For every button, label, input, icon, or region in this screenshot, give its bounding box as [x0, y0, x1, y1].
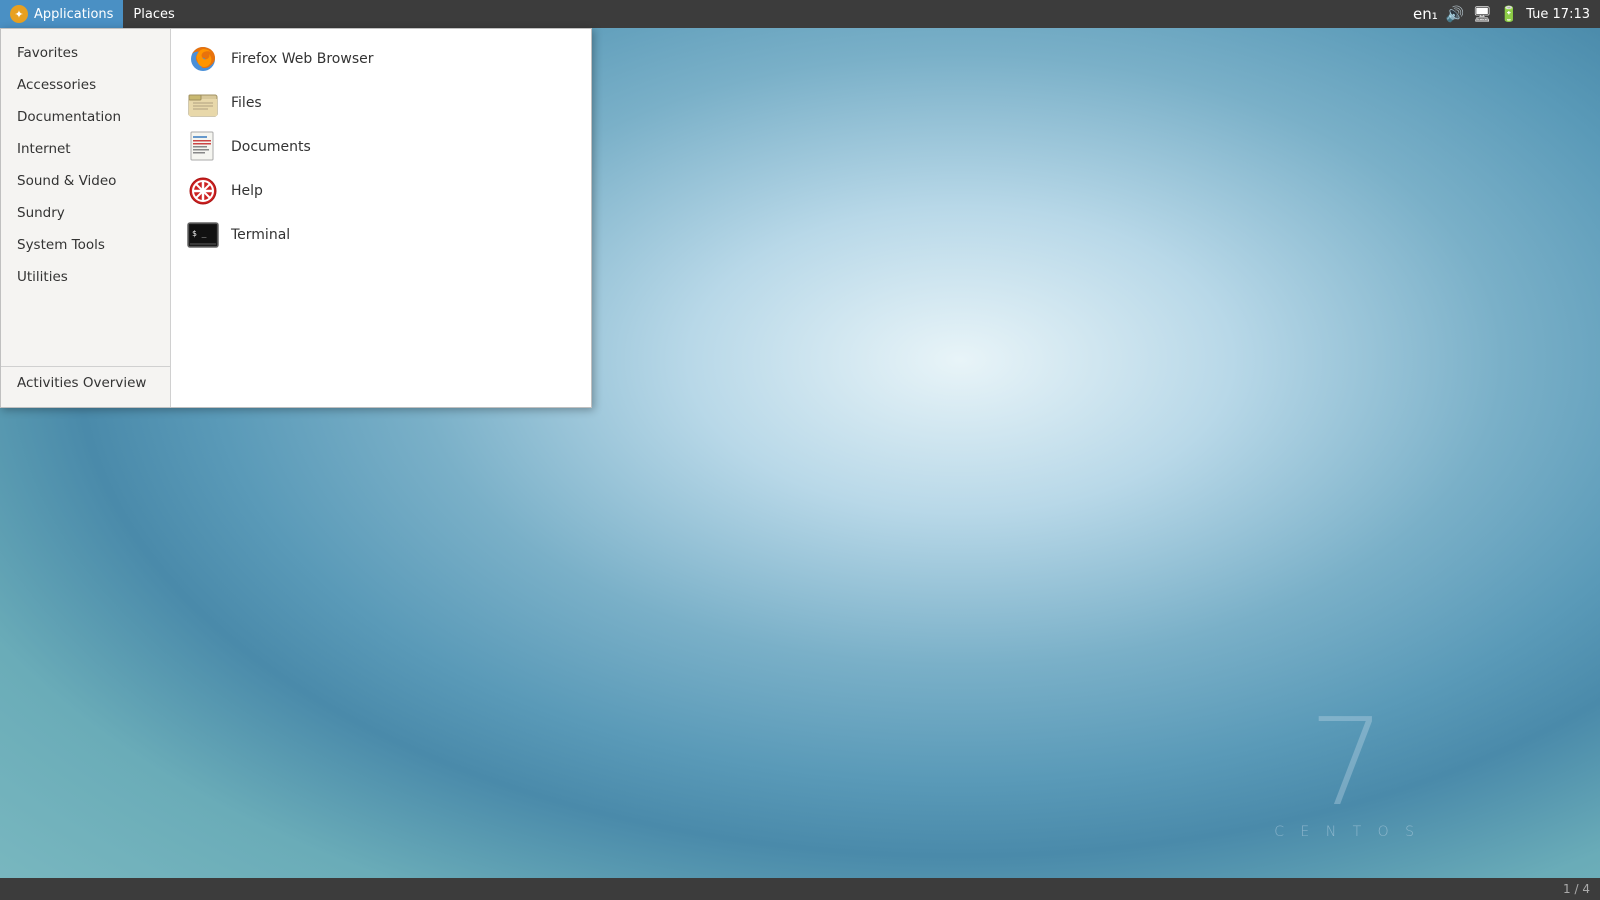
help-icon-container: [187, 175, 219, 207]
documents-icon: [189, 131, 217, 163]
app-item-help[interactable]: Help: [171, 169, 591, 213]
category-documentation[interactable]: Documentation: [1, 101, 170, 133]
applications-menu-button[interactable]: ✦ Applications: [0, 0, 123, 28]
terminal-label: Terminal: [231, 227, 290, 243]
terminal-icon-container: $ _: [187, 219, 219, 251]
category-system-tools[interactable]: System Tools: [1, 229, 170, 261]
applications-menu: Favorites Accessories Documentation Inte…: [0, 28, 592, 408]
svg-text:$ _: $ _: [192, 229, 207, 238]
documents-icon-container: [187, 131, 219, 163]
firefox-label: Firefox Web Browser: [231, 51, 374, 67]
category-favorites[interactable]: Favorites: [1, 37, 170, 69]
network-icon[interactable]: 🖥: [1472, 5, 1491, 23]
app-item-firefox[interactable]: Firefox Web Browser: [171, 37, 591, 81]
menu-categories: Favorites Accessories Documentation Inte…: [1, 29, 171, 407]
places-label: Places: [133, 7, 174, 22]
centos-name: C E N T O S: [1274, 824, 1420, 840]
app-item-terminal[interactable]: $ _ Terminal: [171, 213, 591, 257]
documents-label: Documents: [231, 139, 311, 155]
desktop: ✦ Applications Places en₁ 🔊 🖥 🔋 Tue 17:1…: [0, 0, 1600, 900]
centos-seven: 7: [1274, 704, 1420, 824]
category-utilities[interactable]: Utilities: [1, 261, 170, 293]
files-icon-container: [187, 87, 219, 119]
category-internet[interactable]: Internet: [1, 133, 170, 165]
centos-watermark: 7 C E N T O S: [1274, 704, 1420, 840]
keyboard-icon[interactable]: en₁: [1413, 5, 1438, 23]
bottom-bar: 1 / 4: [0, 878, 1600, 900]
applications-label: Applications: [34, 7, 113, 22]
applications-icon: ✦: [10, 5, 28, 23]
app-item-files[interactable]: Files: [171, 81, 591, 125]
help-icon: [188, 176, 218, 206]
files-icon: [188, 89, 218, 117]
panel-left: ✦ Applications Places: [0, 0, 185, 28]
firefox-icon-container: [187, 43, 219, 75]
activities-overview-button[interactable]: Activities Overview: [1, 366, 170, 399]
battery-icon[interactable]: 🔋: [1500, 5, 1519, 23]
category-spacer: [1, 293, 170, 362]
app-item-documents[interactable]: Documents: [171, 125, 591, 169]
places-menu-button[interactable]: Places: [123, 0, 184, 28]
category-accessories[interactable]: Accessories: [1, 69, 170, 101]
help-label: Help: [231, 183, 263, 199]
firefox-icon: [188, 44, 218, 74]
volume-icon[interactable]: 🔊: [1446, 5, 1465, 23]
menu-apps: Firefox Web Browser Files: [171, 29, 591, 407]
page-info: 1 / 4: [1563, 882, 1590, 896]
category-sundry[interactable]: Sundry: [1, 197, 170, 229]
category-sound-video[interactable]: Sound & Video: [1, 165, 170, 197]
clock[interactable]: Tue 17:13: [1526, 7, 1590, 22]
top-panel: ✦ Applications Places en₁ 🔊 🖥 🔋 Tue 17:1…: [0, 0, 1600, 28]
panel-right: en₁ 🔊 🖥 🔋 Tue 17:13: [1413, 0, 1600, 28]
terminal-icon: $ _: [187, 222, 219, 248]
files-label: Files: [231, 95, 262, 111]
